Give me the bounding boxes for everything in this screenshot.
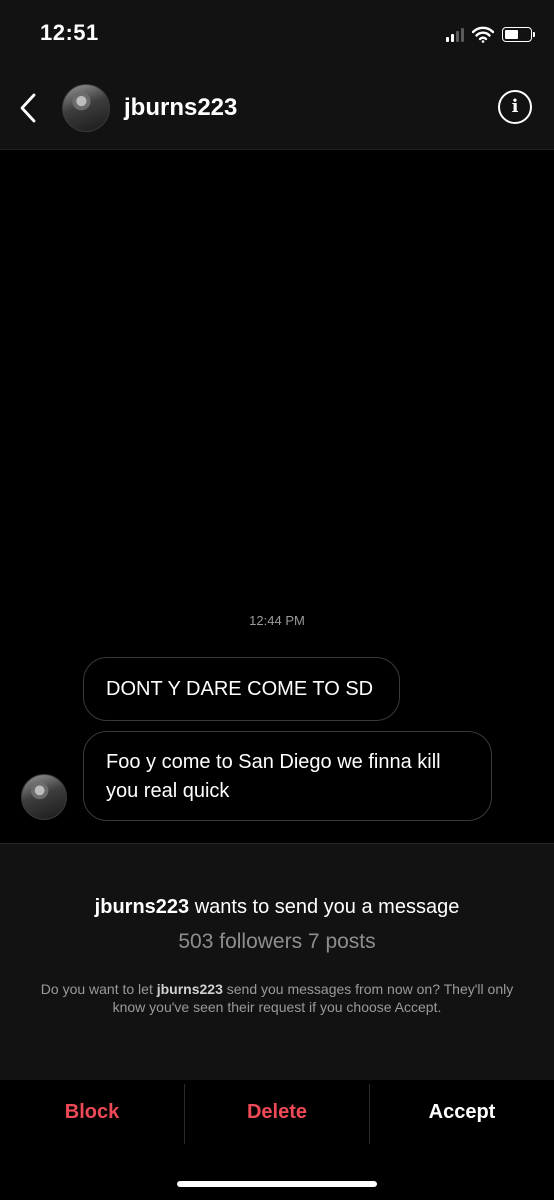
wifi-icon	[472, 26, 494, 43]
delete-button[interactable]: Delete	[185, 1080, 369, 1144]
header-username[interactable]: jburns223	[124, 94, 237, 122]
request-username: jburns223	[94, 896, 190, 918]
header-bar: 12:51 jburns223 i	[0, 0, 554, 150]
accept-button[interactable]: Accept	[370, 1080, 554, 1144]
request-note-prefix: Do you want to let	[40, 981, 153, 997]
info-button[interactable]: i	[498, 90, 532, 124]
message-timestamp: 12:44 PM	[249, 613, 305, 628]
cellular-signal-icon	[446, 26, 464, 42]
message-text: DONT Y DARE COME TO SD	[106, 678, 374, 700]
request-stats: 503 followers 7 posts	[178, 930, 376, 953]
avatar[interactable]	[62, 84, 110, 132]
status-icons	[446, 22, 535, 46]
chevron-left-icon	[20, 93, 36, 123]
message-bubble[interactable]: Foo y come to San Diego we finna kill yo…	[83, 731, 492, 821]
status-time: 12:51	[40, 20, 99, 45]
message-bubble[interactable]: DONT Y DARE COME TO SD	[83, 657, 400, 721]
request-note: Do you want to let jburns223 send you me…	[40, 980, 514, 1016]
message-text: Foo y come to San Diego we finna kill yo…	[106, 751, 441, 802]
request-note-username: jburns223	[156, 981, 223, 997]
sender-avatar[interactable]	[21, 774, 67, 820]
info-icon: i	[511, 96, 519, 117]
request-title-text: wants to send you a message	[194, 896, 460, 918]
home-indicator[interactable]	[177, 1181, 377, 1187]
dm-request-screen: 12:51 jburns223 i 12:44 PM DONT Y DARE C…	[0, 0, 554, 1200]
message-request-panel: jburns223 wants to send you a message 50…	[0, 843, 554, 1080]
request-title: jburns223 wants to send you a message	[0, 896, 554, 919]
back-button[interactable]	[10, 88, 46, 128]
battery-icon	[502, 26, 535, 42]
block-button[interactable]: Block	[0, 1080, 184, 1144]
